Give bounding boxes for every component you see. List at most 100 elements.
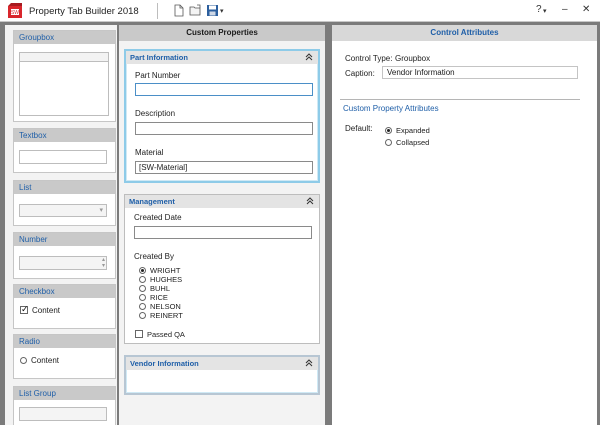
palette-textbox-preview xyxy=(19,150,107,164)
control-attributes-header: Control Attributes xyxy=(332,25,597,41)
option-label: REINERT xyxy=(150,311,183,320)
radio-selected-icon xyxy=(139,267,146,274)
collapse-icon[interactable] xyxy=(305,52,313,62)
vendor-information-header: Vendor Information xyxy=(126,357,318,370)
palette-groupbox-label: Groupbox xyxy=(14,31,115,44)
palette-list-group-label: List Group xyxy=(14,387,115,400)
custom-properties-header: Custom Properties xyxy=(119,25,325,41)
created-date-input[interactable] xyxy=(134,226,312,239)
palette-list-group[interactable]: List Group xyxy=(13,386,116,425)
save-icon[interactable] xyxy=(206,4,219,17)
help-icon[interactable]: ? xyxy=(536,5,542,15)
palette-list[interactable]: List ▾ xyxy=(13,180,116,226)
material-input[interactable]: [SW-Material] xyxy=(135,161,313,174)
default-expanded-radio[interactable]: Expanded xyxy=(385,126,430,135)
palette-list-group-preview xyxy=(19,407,107,421)
palette-radio-label: Radio xyxy=(14,335,115,348)
management-title: Management xyxy=(129,197,175,206)
palette-groupbox-preview-header xyxy=(20,53,108,62)
palette-number[interactable]: Number ▴ ▾ xyxy=(13,232,116,279)
section-divider xyxy=(340,99,580,100)
collapse-icon[interactable] xyxy=(306,196,314,206)
control-type-value: Groupbox xyxy=(395,54,431,63)
material-label: Material xyxy=(135,148,164,157)
created-by-option-reinert[interactable]: REINERT xyxy=(139,311,183,320)
palette-list-preview: ▾ xyxy=(19,204,107,217)
palette-radio[interactable]: Radio Content xyxy=(13,334,116,379)
svg-text:SW: SW xyxy=(11,10,19,16)
save-menu-chevron-icon[interactable]: ▾ xyxy=(220,7,224,17)
caption-input[interactable]: Vendor Information xyxy=(382,66,578,79)
passed-qa-label: Passed QA xyxy=(147,330,185,339)
palette-textbox[interactable]: Textbox xyxy=(13,128,116,173)
palette-checkbox-item: Content xyxy=(32,306,61,315)
part-number-input[interactable] xyxy=(135,83,313,96)
new-file-icon[interactable] xyxy=(172,4,185,17)
palette-radio-preview: Content xyxy=(20,356,59,365)
control-type-label: Control Type: xyxy=(345,54,393,63)
radio-selected-icon xyxy=(385,127,392,134)
radio-empty-icon xyxy=(139,276,146,283)
open-folder-icon[interactable] xyxy=(189,4,202,17)
collapsed-label: Collapsed xyxy=(396,138,430,147)
toolbar-separator xyxy=(157,3,158,19)
option-label: RICE xyxy=(150,293,168,302)
description-label: Description xyxy=(135,109,176,118)
collapse-icon[interactable] xyxy=(305,358,313,368)
management-groupbox[interactable]: Management Created Date Created By WRIGH… xyxy=(124,194,320,344)
window-title: Property Tab Builder 2018 xyxy=(29,6,139,17)
passed-qa-checkbox[interactable]: Passed QA xyxy=(135,330,185,339)
radio-empty-icon xyxy=(139,285,146,292)
radio-empty-icon xyxy=(139,303,146,310)
vendor-information-groupbox[interactable]: Vendor Information xyxy=(124,355,320,395)
part-information-title: Part Information xyxy=(130,53,188,62)
expanded-label: Expanded xyxy=(396,126,430,135)
title-bar: SW Property Tab Builder 2018 ▾ ? ▾ – ✕ xyxy=(0,0,600,22)
help-menu-chevron-icon[interactable]: ▾ xyxy=(543,7,547,17)
created-by-option-buhl[interactable]: BUHL xyxy=(139,284,170,293)
control-attributes-panel: Control Attributes Control Type: Groupbo… xyxy=(332,25,597,425)
radio-empty-icon xyxy=(139,294,146,301)
caption-label: Caption: xyxy=(345,69,375,78)
created-by-label: Created By xyxy=(134,252,175,261)
palette-checkbox-preview: Content xyxy=(20,304,61,315)
created-by-option-nelson[interactable]: NELSON xyxy=(139,302,181,311)
palette-list-label: List xyxy=(14,181,115,194)
radio-empty-icon xyxy=(20,357,27,364)
custom-property-attributes-title: Custom Property Attributes xyxy=(343,104,439,113)
palette-radio-item: Content xyxy=(31,356,60,365)
created-by-option-rice[interactable]: RICE xyxy=(139,293,168,302)
created-by-option-hughes[interactable]: HUGHES xyxy=(139,275,182,284)
option-label: BUHL xyxy=(150,284,171,293)
palette-textbox-label: Textbox xyxy=(14,129,115,142)
checkbox-empty-icon xyxy=(135,330,143,338)
close-button[interactable]: ✕ xyxy=(582,5,590,15)
description-input[interactable] xyxy=(135,122,313,135)
palette-number-preview: ▴ ▾ xyxy=(19,256,107,270)
part-information-header: Part Information xyxy=(126,51,318,64)
palette-groupbox-preview xyxy=(19,52,109,116)
palette-groupbox[interactable]: Groupbox xyxy=(13,30,116,122)
option-label: HUGHES xyxy=(150,275,183,284)
minimize-button[interactable]: – xyxy=(562,5,568,15)
created-date-label: Created Date xyxy=(134,213,182,222)
spin-down-icon: ▾ xyxy=(101,263,105,269)
custom-properties-panel: Custom Properties Part Information Part … xyxy=(119,25,325,425)
dropdown-arrow-icon: ▾ xyxy=(99,207,103,214)
checkbox-checked-icon xyxy=(20,304,29,315)
part-information-groupbox[interactable]: Part Information Part Number Description… xyxy=(124,49,320,183)
palette-checkbox[interactable]: Checkbox Content xyxy=(13,284,116,329)
created-by-option-wright[interactable]: WRIGHT xyxy=(139,266,180,275)
palette-checkbox-label: Checkbox xyxy=(14,285,115,298)
radio-empty-icon xyxy=(139,312,146,319)
default-collapsed-radio[interactable]: Collapsed xyxy=(385,138,429,147)
management-header: Management xyxy=(125,195,319,208)
palette-number-label: Number xyxy=(14,233,115,246)
part-number-label: Part Number xyxy=(135,71,181,80)
option-label: NELSON xyxy=(150,302,181,311)
default-label: Default: xyxy=(345,124,373,133)
option-label: WRIGHT xyxy=(150,266,181,275)
control-palette-panel: Groupbox Textbox List ▾ Number ▴ ▾ Check… xyxy=(5,25,117,425)
radio-empty-icon xyxy=(385,139,392,146)
vendor-information-title: Vendor Information xyxy=(130,359,199,368)
